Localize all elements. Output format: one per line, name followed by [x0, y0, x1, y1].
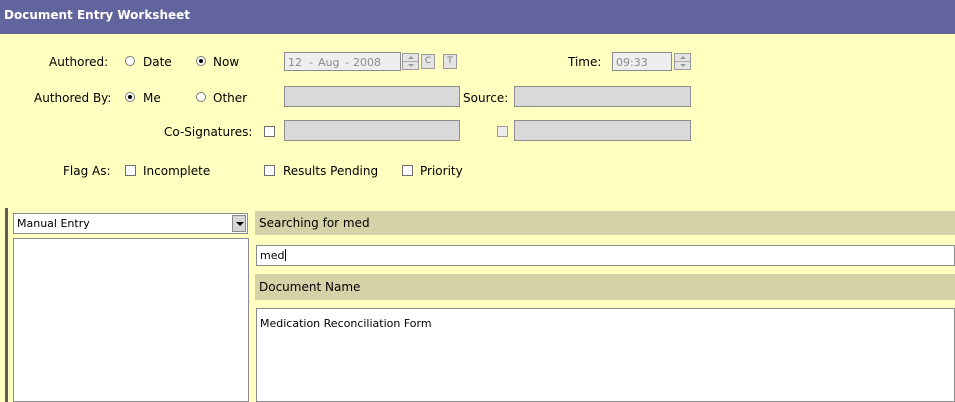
date-year: 2008 [353, 56, 381, 69]
date-t-button[interactable]: T [443, 54, 457, 69]
other-author-field[interactable] [284, 86, 460, 107]
flag-results-pending-checkbox[interactable] [264, 165, 275, 176]
authored-by-me-label[interactable]: Me [143, 91, 161, 105]
authored-date-radio[interactable] [125, 56, 135, 66]
time-label: Time: [568, 55, 602, 69]
chevron-down-icon[interactable] [232, 215, 246, 232]
authored-date-field[interactable]: 12 - Aug - 2008 [284, 52, 401, 71]
flag-incomplete-checkbox[interactable] [125, 165, 136, 176]
authored-label: Authored: [49, 55, 109, 69]
cosignature-field-1[interactable] [284, 120, 460, 141]
date-sep-1: - [309, 56, 313, 69]
flag-as-label: Flag As: [63, 164, 111, 178]
time-value: 09:33 [616, 56, 648, 69]
flag-results-pending-label[interactable]: Results Pending [283, 164, 378, 178]
authored-date-label[interactable]: Date [143, 55, 172, 69]
entry-type-combo[interactable]: Manual Entry [13, 213, 248, 234]
source-label: Source: [463, 91, 509, 105]
search-input[interactable]: med [256, 245, 955, 266]
search-header-bar: Searching for med [255, 211, 955, 235]
date-spinner[interactable] [402, 53, 419, 70]
source-field[interactable] [514, 86, 691, 107]
authored-by-label: Authored By: [34, 91, 112, 105]
cosignature-checkbox-1[interactable] [264, 126, 275, 137]
flag-priority-label[interactable]: Priority [420, 164, 463, 178]
window-title-bar: Document Entry Worksheet [0, 0, 955, 34]
entry-type-value: Manual Entry [17, 217, 90, 230]
date-c-button[interactable]: C [421, 54, 435, 69]
authored-by-other-label[interactable]: Other [213, 91, 247, 105]
document-list[interactable]: Medication Reconciliation Form [256, 308, 955, 402]
document-name-header[interactable]: Document Name [259, 280, 360, 294]
list-item[interactable]: Medication Reconciliation Form [260, 317, 432, 330]
date-month: Aug [318, 56, 340, 69]
cosignature-field-2[interactable] [514, 120, 691, 141]
panel-left-border [5, 208, 8, 402]
authored-by-other-radio[interactable] [196, 92, 206, 102]
time-field[interactable]: 09:33 [612, 52, 672, 71]
authored-by-me-radio[interactable] [125, 92, 135, 102]
date-day: 12 [288, 56, 302, 69]
cosignature-checkbox-2[interactable] [497, 126, 508, 137]
authored-now-radio[interactable] [196, 56, 206, 66]
entry-list[interactable] [13, 238, 249, 402]
document-name-header-bar: Document Name [255, 274, 955, 300]
flag-incomplete-label[interactable]: Incomplete [143, 164, 210, 178]
window-title: Document Entry Worksheet [4, 8, 191, 22]
date-sep-2: - [345, 56, 349, 69]
flag-priority-checkbox[interactable] [402, 165, 413, 176]
text-caret [285, 249, 287, 261]
cosignatures-label: Co-Signatures: [164, 125, 253, 139]
time-spinner[interactable] [674, 53, 691, 70]
authored-now-label[interactable]: Now [213, 55, 239, 69]
search-input-value: med [260, 249, 285, 262]
search-header: Searching for med [259, 216, 370, 230]
